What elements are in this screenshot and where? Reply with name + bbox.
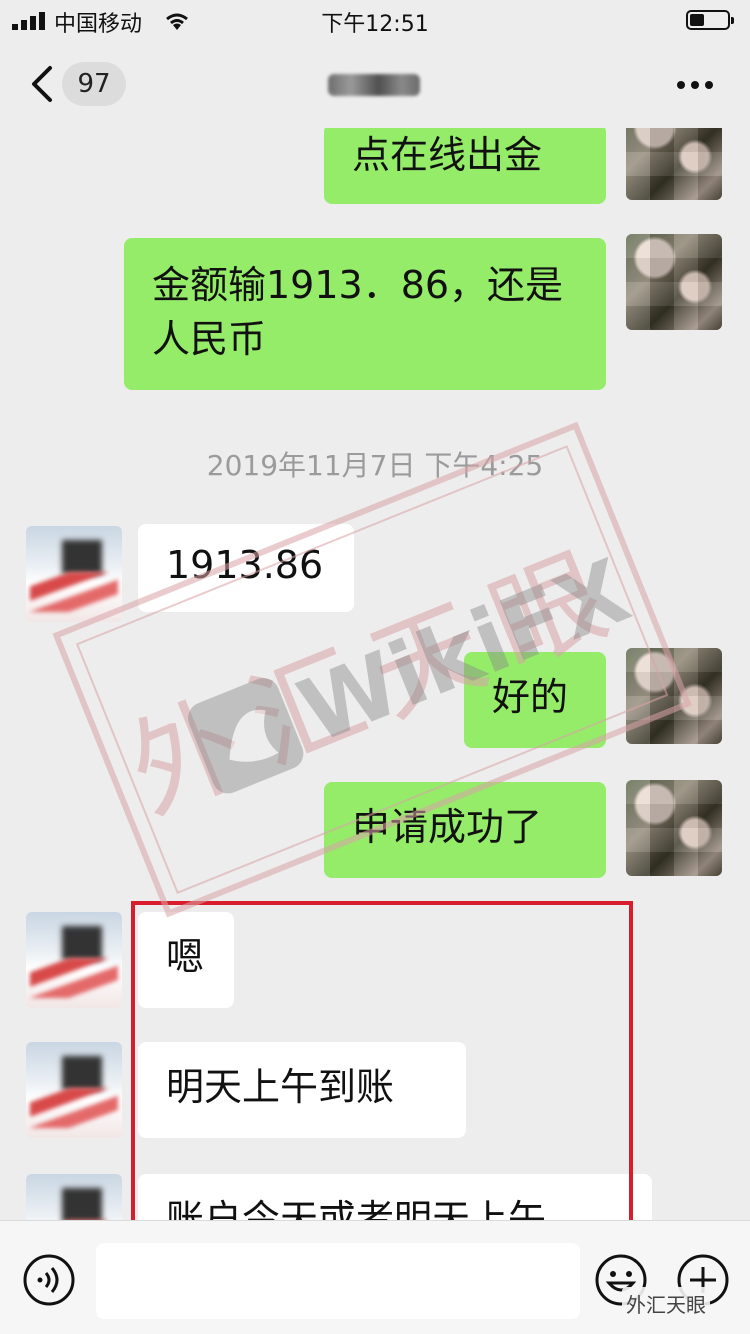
message-bubble-incoming[interactable]: 账户今天或者明天上午 xyxy=(138,1174,652,1220)
contact-avatar[interactable] xyxy=(26,526,122,622)
my-avatar[interactable] xyxy=(626,648,722,744)
status-bar: 中国移动 下午12:51 xyxy=(0,0,750,40)
message-input[interactable] xyxy=(96,1243,580,1319)
message-text: 嗯 xyxy=(166,935,205,979)
my-avatar[interactable] xyxy=(626,234,722,330)
message-bubble-outgoing[interactable]: 申请成功了 xyxy=(324,782,606,878)
message-text: 1913.86 xyxy=(166,543,324,587)
battery-icon xyxy=(686,10,734,30)
input-bar: 外汇天眼 xyxy=(0,1220,750,1334)
chat-history[interactable]: 点在线出金 金额输1913．86，还是人民币 2019年11月7日 下午4:25… xyxy=(0,128,750,1220)
message-text: 申请成功了 xyxy=(352,805,543,849)
message-bubble-outgoing[interactable]: 点在线出金 xyxy=(324,128,606,204)
chat-title-redacted xyxy=(328,74,420,96)
message-bubble-incoming[interactable]: 明天上午到账 xyxy=(138,1042,466,1138)
status-time: 下午12:51 xyxy=(321,12,429,37)
chat-header: 97 xyxy=(0,40,750,128)
chat-timestamp: 2019年11月7日 下午4:25 xyxy=(206,449,544,482)
contact-avatar[interactable] xyxy=(26,1042,122,1138)
message-bubble-incoming[interactable]: 1913.86 xyxy=(138,524,354,612)
message-text: 明天上午到账 xyxy=(166,1065,395,1109)
footer-brand-label: 外汇天眼 xyxy=(622,1287,710,1320)
message-text: 金额输1913．86，还是人民币 xyxy=(152,263,564,361)
unread-count-badge[interactable]: 97 xyxy=(62,62,126,106)
message-text: 好的 xyxy=(492,675,569,719)
voice-icon[interactable] xyxy=(22,1253,76,1307)
contact-avatar[interactable] xyxy=(26,1174,122,1220)
message-bubble-outgoing[interactable]: 好的 xyxy=(464,652,606,748)
message-text: 账户今天或者明天上午 xyxy=(166,1197,547,1220)
message-bubble-outgoing[interactable]: 金额输1913．86，还是人民币 xyxy=(124,238,606,390)
more-icon[interactable] xyxy=(676,80,714,90)
message-text: 点在线出金 xyxy=(352,133,543,177)
message-bubble-incoming[interactable]: 嗯 xyxy=(138,912,234,1008)
my-avatar[interactable] xyxy=(626,780,722,876)
chevron-left-icon[interactable] xyxy=(28,64,56,104)
my-avatar[interactable] xyxy=(626,128,722,200)
contact-avatar[interactable] xyxy=(26,912,122,1008)
